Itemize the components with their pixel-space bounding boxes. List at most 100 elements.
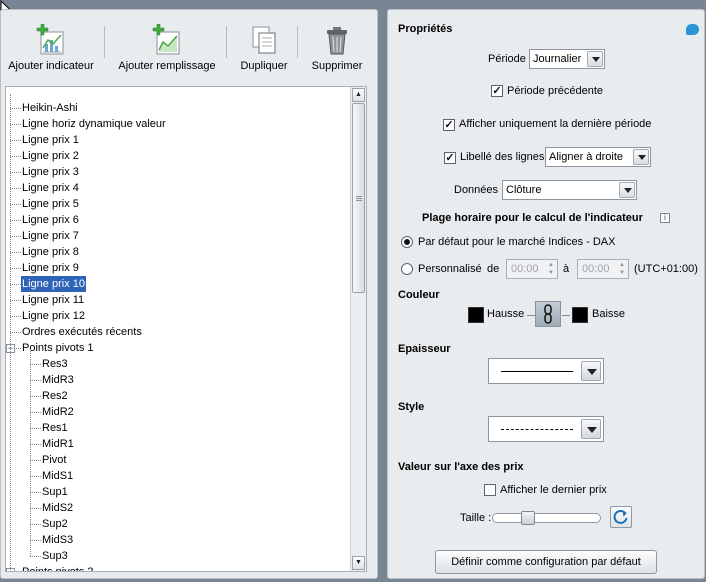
tree-connector xyxy=(10,300,21,301)
tree-connector xyxy=(30,428,41,429)
tree-connector xyxy=(30,492,41,493)
tree-item[interactable]: Ligne prix 8 xyxy=(6,244,351,260)
tree-child-item[interactable]: MidR1 xyxy=(6,436,351,452)
tree-child-item[interactable]: Sup1 xyxy=(6,484,351,500)
tree-connector xyxy=(30,412,41,413)
tree-connector xyxy=(10,284,21,285)
info-icon[interactable]: i xyxy=(660,213,670,223)
down-color-swatch[interactable] xyxy=(572,307,588,323)
tree-item[interactable]: Ligne prix 9 xyxy=(6,260,351,276)
scroll-down-arrow-icon[interactable]: ▼ xyxy=(352,556,365,570)
reset-size-button[interactable] xyxy=(610,506,632,528)
tree-item-label: MidS3 xyxy=(42,534,74,546)
tree-child-item[interactable]: Res1 xyxy=(6,420,351,436)
tree-item[interactable]: Ligne prix 3 xyxy=(6,164,351,180)
default-market-radio[interactable] xyxy=(401,236,413,248)
spinner-arrows-icon[interactable]: ▲ ▼ xyxy=(618,261,626,277)
tree-child-item[interactable]: MidS2 xyxy=(6,500,351,516)
tree-item[interactable]: Ligne prix 12 xyxy=(6,308,351,324)
style-select[interactable] xyxy=(488,416,604,442)
tree-item-label: Points pivots 2 xyxy=(22,566,94,572)
tree-item-label: Res1 xyxy=(42,422,68,434)
up-color-swatch[interactable] xyxy=(468,307,484,323)
show-last-price-label: Afficher le dernier prix xyxy=(500,484,607,496)
style-title: Style xyxy=(398,401,425,413)
data-select[interactable]: Clôture xyxy=(502,180,637,200)
to-time-input[interactable]: 00:00 ▲ ▼ xyxy=(577,259,629,279)
tree-group[interactable]: − Points pivots 2 xyxy=(6,564,351,572)
tree-child-item[interactable]: Sup2 xyxy=(6,516,351,532)
tree-item-label: MidR2 xyxy=(42,406,74,418)
add-indicator-label: Ajouter indicateur xyxy=(8,60,94,72)
tree-item[interactable]: Ligne prix 4 xyxy=(6,180,351,196)
tree-connector xyxy=(10,156,21,157)
tree-connector xyxy=(10,172,21,173)
tree-item[interactable]: Ligne prix 2 xyxy=(6,148,351,164)
tree-child-item[interactable]: Res3 xyxy=(6,356,351,372)
tree-item-label: Ligne prix 6 xyxy=(22,214,79,226)
help-bubble-icon[interactable] xyxy=(686,24,699,35)
tree-item[interactable]: Heikin-Ashi xyxy=(6,100,351,116)
line-labels-label: Libellé des lignes xyxy=(460,151,545,163)
tree-connector xyxy=(30,396,41,397)
tree-child-item[interactable]: MidS1 xyxy=(6,468,351,484)
tree-group[interactable]: − Points pivots 1 xyxy=(6,340,351,356)
tree-item[interactable]: Ordres exécutés récents xyxy=(6,324,351,340)
chevron-down-icon xyxy=(619,182,635,198)
scroll-up-arrow-icon[interactable]: ▲ xyxy=(352,88,365,102)
color-link-line xyxy=(527,315,535,316)
last-period-only-checkbox[interactable]: ✓ xyxy=(443,119,455,131)
add-fill-button[interactable]: Ajouter remplissage xyxy=(115,23,219,72)
line-labels-align-select[interactable]: Aligner à droite xyxy=(545,147,651,167)
tree-connector xyxy=(30,460,41,461)
tree-item[interactable]: Ligne prix 1 xyxy=(6,132,351,148)
spinner-arrows-icon[interactable]: ▲ ▼ xyxy=(547,261,555,277)
chain-link-icon xyxy=(544,304,552,324)
link-colors-button[interactable] xyxy=(535,301,561,327)
chevron-down-icon xyxy=(581,419,601,439)
tree-child-item[interactable]: MidR3 xyxy=(6,372,351,388)
line-labels-checkbox[interactable]: ✓ xyxy=(444,152,456,164)
tree-item[interactable]: Ligne prix 10 xyxy=(6,276,351,292)
duplicate-button[interactable]: Dupliquer xyxy=(235,24,293,72)
tree-child-item[interactable]: Pivot xyxy=(6,452,351,468)
custom-time-radio[interactable] xyxy=(401,263,413,275)
tree-item-label: Sup1 xyxy=(42,486,68,498)
size-slider-thumb[interactable] xyxy=(520,511,535,525)
show-last-price-checkbox[interactable] xyxy=(484,484,496,496)
tree-item[interactable]: Ligne prix 11 xyxy=(6,292,351,308)
tree-item[interactable]: Ligne horiz dynamique valeur xyxy=(6,116,351,132)
tree-connector xyxy=(10,108,21,109)
tree-item[interactable]: Ligne prix 7 xyxy=(6,228,351,244)
tree-item[interactable]: Ligne prix 5 xyxy=(6,196,351,212)
tree-connector xyxy=(10,236,21,237)
tree-scrollbar[interactable]: ▲ ▼ xyxy=(350,87,366,571)
tree-child-item[interactable]: MidS3 xyxy=(6,532,351,548)
tree-child-item[interactable]: Sup3 xyxy=(6,548,351,564)
from-time-value: 00:00 xyxy=(511,263,539,275)
from-time-input[interactable]: 00:00 ▲ ▼ xyxy=(506,259,558,279)
tree-item-label: Ligne prix 9 xyxy=(22,262,79,274)
data-value: Clôture xyxy=(506,184,542,196)
scrollbar-thumb[interactable] xyxy=(352,103,365,293)
custom-time-label: Personnalisé xyxy=(418,263,482,275)
size-slider[interactable] xyxy=(492,513,601,523)
to-time-value: 00:00 xyxy=(582,263,610,275)
period-select[interactable]: Journalier xyxy=(529,49,605,69)
tree-item-label: Sup3 xyxy=(42,550,68,562)
previous-period-label: Période précédente xyxy=(507,85,604,97)
add-indicator-button[interactable]: Ajouter indicateur xyxy=(7,23,95,72)
set-default-config-button[interactable]: Définir comme configuration par défaut xyxy=(435,550,657,574)
delete-button[interactable]: Supprimer xyxy=(306,24,368,72)
add-fill-icon xyxy=(151,23,183,56)
tree-item[interactable]: Ligne prix 6 xyxy=(6,212,351,228)
period-label: Période xyxy=(488,53,526,65)
down-label: Baisse xyxy=(592,308,626,320)
tree-child-item[interactable]: MidR2 xyxy=(6,404,351,420)
indicator-tree[interactable]: Heikin-Ashi Ligne horiz dynamique valeur L… xyxy=(5,86,367,572)
tree-item-label: Ligne horiz dynamique valeur xyxy=(22,118,166,130)
previous-period-checkbox[interactable]: ✓ xyxy=(491,85,503,97)
tree-connector xyxy=(30,364,41,365)
thickness-select[interactable] xyxy=(488,358,604,384)
tree-child-item[interactable]: Res2 xyxy=(6,388,351,404)
